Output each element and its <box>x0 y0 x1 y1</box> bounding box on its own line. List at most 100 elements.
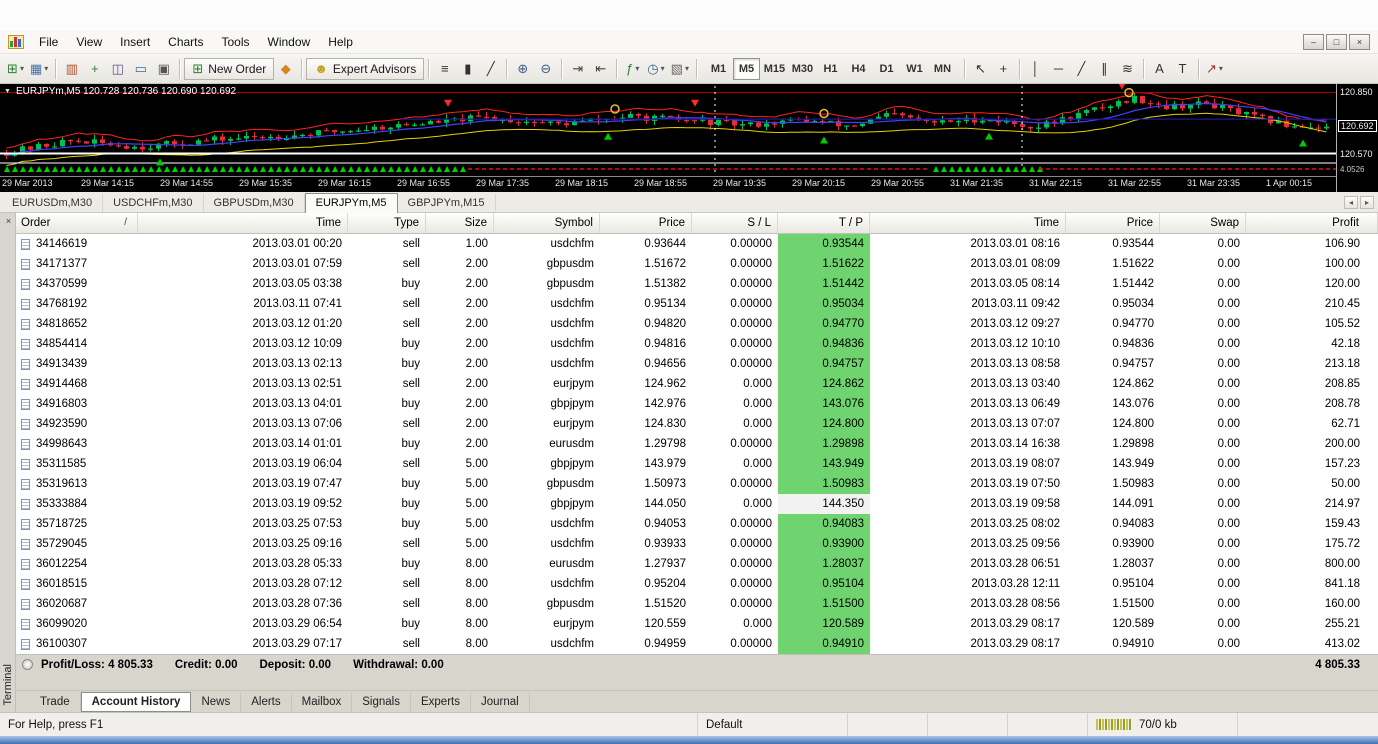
minimize-button[interactable]: – <box>1303 33 1324 50</box>
horizontal-line-button[interactable]: ─ <box>1047 58 1070 80</box>
table-row[interactable]: 34768192 2013.03.11 07:41 sell 2.00 usdchfm 0… <box>16 294 1378 314</box>
table-row[interactable]: 34913439 2013.03.13 02:13 buy 2.00 usdchfm 0.… <box>16 354 1378 374</box>
timeframe-d1-button[interactable]: D1 <box>873 58 900 80</box>
column-header-profit[interactable]: Profit <box>1246 213 1378 233</box>
table-row[interactable]: 35333884 2013.03.19 09:52 buy 5.00 gbpjpym 14… <box>16 494 1378 514</box>
terminal-tab-account-history[interactable]: Account History <box>80 691 192 712</box>
timeframe-mn-button[interactable]: MN <box>929 58 956 80</box>
fibonacci-button[interactable]: ≋ <box>1116 58 1139 80</box>
zoom-out-button[interactable]: ⊖ <box>534 58 557 80</box>
menu-view[interactable]: View <box>67 32 111 52</box>
expert-advisors-button[interactable]: ☻ Expert Advisors <box>306 57 425 80</box>
column-header-swap[interactable]: Swap <box>1160 213 1246 233</box>
chart-area[interactable]: ▼ EURJPYm,M5 120.728 120.736 120.690 120… <box>0 84 1378 192</box>
metaeditor-button[interactable]: ◆ <box>274 58 297 80</box>
terminal-tab-signals[interactable]: Signals <box>352 692 411 711</box>
column-header-time[interactable]: Time <box>870 213 1066 233</box>
table-row[interactable]: 35718725 2013.03.25 07:53 buy 5.00 usdchfm 0.… <box>16 514 1378 534</box>
column-header-type[interactable]: Type <box>348 213 426 233</box>
terminal-tab-journal[interactable]: Journal <box>471 692 530 711</box>
status-profile[interactable]: Default <box>698 713 848 736</box>
timeframe-h1-button[interactable]: H1 <box>817 58 844 80</box>
timeframe-m1-button[interactable]: M1 <box>705 58 732 80</box>
menu-window[interactable]: Window <box>259 32 320 52</box>
navigator-button[interactable]: ◫ <box>106 58 129 80</box>
table-row[interactable]: 34998643 2013.03.14 01:01 buy 2.00 eurusdm 1.… <box>16 434 1378 454</box>
column-header-price[interactable]: Price <box>600 213 692 233</box>
data-window-button[interactable]: + <box>83 58 106 80</box>
column-header-t-p[interactable]: T / P <box>778 213 870 233</box>
periods-button[interactable]: ◷ ▾ <box>644 58 667 80</box>
table-row[interactable]: 36012254 2013.03.28 05:33 buy 8.00 eurusdm 1.… <box>16 554 1378 574</box>
terminal-tab-mailbox[interactable]: Mailbox <box>292 692 353 711</box>
tab-scroll-right-button[interactable]: ▸ <box>1360 196 1374 209</box>
chart-bars-button[interactable]: ≡ <box>433 58 456 80</box>
table-row[interactable]: 36099020 2013.03.29 06:54 buy 8.00 eurjpym 12… <box>16 614 1378 634</box>
table-row[interactable]: 34370599 2013.03.05 03:38 buy 2.00 gbpusdm 1.… <box>16 274 1378 294</box>
menu-file[interactable]: File <box>30 32 67 52</box>
table-row[interactable]: 35729045 2013.03.25 09:16 sell 5.00 usdchfm 0… <box>16 534 1378 554</box>
terminal-close-button[interactable]: × <box>3 216 14 227</box>
terminal-button[interactable]: ▭ <box>129 58 152 80</box>
column-header-s-l[interactable]: S / L <box>692 213 778 233</box>
terminal-tab-trade[interactable]: Trade <box>30 692 81 711</box>
timeframe-h4-button[interactable]: H4 <box>845 58 872 80</box>
timeframe-m5-button[interactable]: M5 <box>732 57 760 80</box>
cursor-button[interactable]: ↖ <box>969 58 992 80</box>
menu-tools[interactable]: Tools <box>213 32 259 52</box>
terminal-tab-experts[interactable]: Experts <box>411 692 471 711</box>
chart-expand-icon[interactable]: ▼ <box>4 88 11 95</box>
menu-help[interactable]: Help <box>319 32 362 52</box>
text-button[interactable]: A <box>1148 58 1171 80</box>
table-row[interactable]: 34171377 2013.03.01 07:59 sell 2.00 gbpusdm 1… <box>16 254 1378 274</box>
templates-button[interactable]: ▧ ▾ <box>668 58 692 80</box>
crosshair-button[interactable]: + <box>992 58 1015 80</box>
close-button[interactable]: × <box>1349 33 1370 50</box>
column-header-size[interactable]: Size <box>426 213 494 233</box>
timeframe-w1-button[interactable]: W1 <box>901 58 928 80</box>
table-row[interactable]: 34914468 2013.03.13 02:51 sell 2.00 eurjpym 1… <box>16 374 1378 394</box>
new-order-button[interactable]: ⊞ New Order <box>184 57 275 80</box>
market-watch-button[interactable]: ▥ <box>60 58 83 80</box>
zoom-in-button[interactable]: ⊕ <box>511 58 534 80</box>
column-header-time[interactable]: Time <box>138 213 348 233</box>
chart-tab-eurjpym-m5[interactable]: EURJPYm,M5 <box>304 193 398 213</box>
profiles-button[interactable]: ▦ ▾ <box>27 58 51 80</box>
chart-line-button[interactable]: ╱ <box>479 58 502 80</box>
table-row[interactable]: 34916803 2013.03.13 04:01 buy 2.00 gbpjpym 14… <box>16 394 1378 414</box>
table-row[interactable]: 35311585 2013.03.19 06:04 sell 5.00 gbpjpym 1… <box>16 454 1378 474</box>
chart-tab-gbpusdm-m30[interactable]: GBPUSDm,M30 <box>204 194 305 212</box>
chart-tab-usdchfm-m30[interactable]: USDCHFm,M30 <box>103 194 204 212</box>
chart-tab-eurusdm-m30[interactable]: EURUSDm,M30 <box>2 194 104 212</box>
column-header-symbol[interactable]: Symbol <box>494 213 600 233</box>
restore-button[interactable]: □ <box>1326 33 1347 50</box>
vertical-line-button[interactable]: │ <box>1024 58 1047 80</box>
chart-shift-button[interactable]: ⇤ <box>589 58 612 80</box>
table-row[interactable]: 34854414 2013.03.12 10:09 buy 2.00 usdchfm 0.… <box>16 334 1378 354</box>
timeframe-m30-button[interactable]: M30 <box>789 58 816 80</box>
terminal-tab-alerts[interactable]: Alerts <box>241 692 292 711</box>
menu-insert[interactable]: Insert <box>111 32 159 52</box>
terminal-tab-news[interactable]: News <box>191 692 242 711</box>
strategy-tester-button[interactable]: ▣ <box>152 58 175 80</box>
new-chart-button[interactable]: ⊞ ▾ <box>4 58 27 80</box>
column-header-price[interactable]: Price <box>1066 213 1160 233</box>
tab-scroll-left-button[interactable]: ◂ <box>1344 196 1358 209</box>
trendline-button[interactable]: ╱ <box>1070 58 1093 80</box>
arrow-tools-button[interactable]: ↗ ▾ <box>1203 58 1226 80</box>
table-row[interactable]: 36018515 2013.03.28 07:12 sell 8.00 usdchfm 0… <box>16 574 1378 594</box>
timeframe-m15-button[interactable]: M15 <box>761 58 788 80</box>
menu-charts[interactable]: Charts <box>159 32 212 52</box>
equidistant-channel-button[interactable]: ∥ <box>1093 58 1116 80</box>
table-row[interactable]: 35319613 2013.03.19 07:47 buy 5.00 gbpusdm 1.… <box>16 474 1378 494</box>
table-row[interactable]: 34923590 2013.03.13 07:06 sell 2.00 eurjpym 1… <box>16 414 1378 434</box>
chart-candles-button[interactable]: ▮ <box>456 58 479 80</box>
indicators-button[interactable]: ƒ ▾ <box>621 58 644 80</box>
table-row[interactable]: 34146619 2013.03.01 00:20 sell 1.00 usdchfm 0… <box>16 234 1378 254</box>
text-label-button[interactable]: T <box>1171 58 1194 80</box>
table-row[interactable]: 36020687 2013.03.28 07:36 sell 8.00 gbpusdm 1… <box>16 594 1378 614</box>
chart-tab-gbpjpym-m15[interactable]: GBPJPYm,M15 <box>398 194 496 212</box>
table-row[interactable]: 34818652 2013.03.12 01:20 sell 2.00 usdchfm 0… <box>16 314 1378 334</box>
table-row[interactable]: 36100307 2013.03.29 07:17 sell 8.00 usdchfm 0… <box>16 634 1378 654</box>
column-header-order[interactable]: Order / <box>16 213 138 233</box>
